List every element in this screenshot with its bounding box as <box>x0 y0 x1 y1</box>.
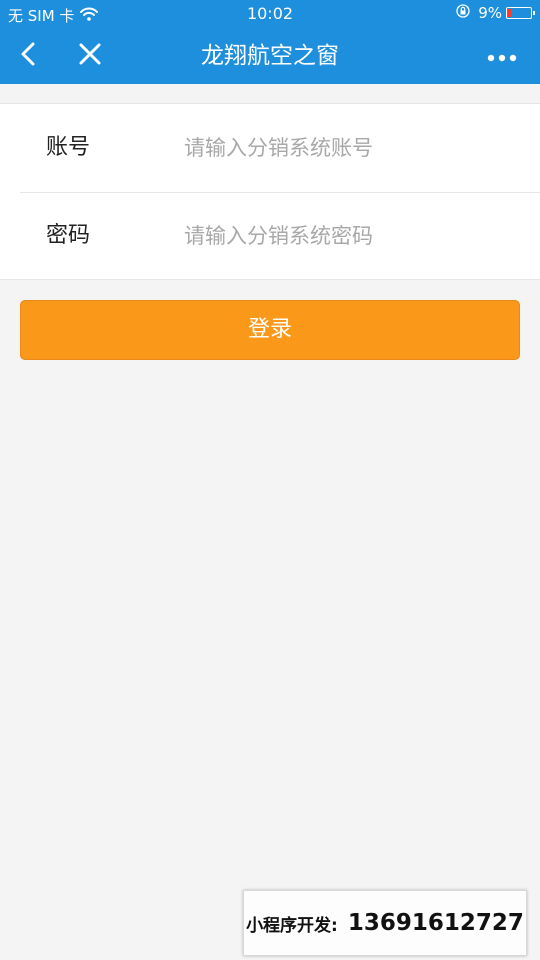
battery-level <box>508 9 511 17</box>
lock-rotation-icon <box>456 4 470 22</box>
watermark-phone: 13691612727 <box>347 910 524 936</box>
watermark-label: 小程序开发: <box>246 915 338 936</box>
login-button[interactable]: 登录 <box>20 300 520 360</box>
password-input[interactable] <box>180 216 508 256</box>
account-label: 账号 <box>46 135 91 160</box>
status-bar: 无 SIM 卡 10:02 9% <box>0 0 540 28</box>
password-label: 密码 <box>46 223 91 248</box>
page-title: 龙翔航空之窗 <box>201 43 339 69</box>
more-button[interactable] <box>478 28 526 84</box>
more-dots-icon <box>487 47 517 66</box>
battery-cap <box>533 11 535 15</box>
status-bar-right: 9% <box>456 4 535 22</box>
battery-percent: 9% <box>478 4 502 22</box>
close-button[interactable] <box>66 28 114 84</box>
password-row: 密码 <box>0 192 540 280</box>
contact-watermark: 小程序开发: 13691612727 <box>243 890 527 956</box>
battery-icon <box>506 7 535 19</box>
account-input[interactable] <box>180 128 508 168</box>
close-icon <box>79 43 101 69</box>
back-button[interactable] <box>4 28 52 84</box>
account-row: 账号 <box>0 104 540 192</box>
login-form: 账号 密码 <box>0 103 540 280</box>
chevron-left-icon <box>19 41 37 71</box>
nav-bar: 龙翔航空之窗 <box>0 28 540 84</box>
